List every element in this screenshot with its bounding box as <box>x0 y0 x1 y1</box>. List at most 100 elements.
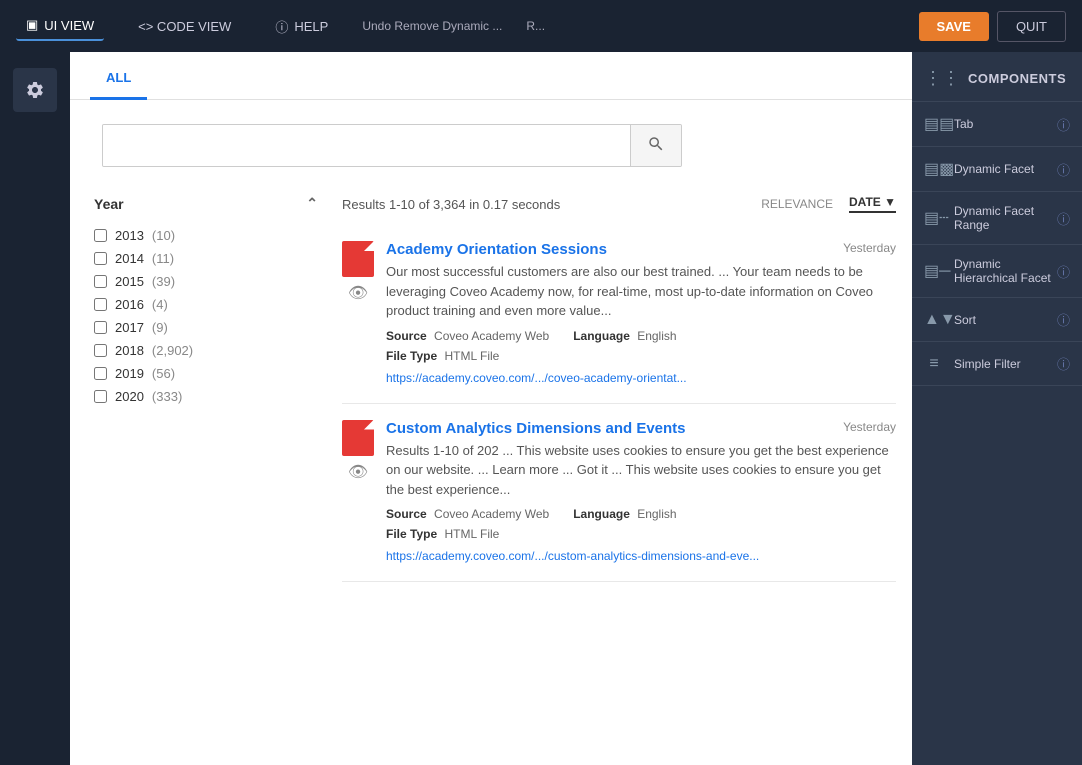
facet-year-title: Year <box>94 196 124 212</box>
result-meta-2: File Type HTML File <box>386 349 896 363</box>
component-help-icon[interactable]: ⓘ <box>1057 310 1070 329</box>
component-left: ▲▼ Sort <box>924 311 976 329</box>
component-label: Tab <box>954 117 973 131</box>
facet-year-item[interactable]: 2014 (11) <box>94 247 318 270</box>
sort-date[interactable]: DATE ▼ <box>849 195 896 213</box>
facet-panel: Year ⌃ 2013 (10) 2014 (11) 2015 (39) 201… <box>86 179 326 765</box>
facet-year-count: (4) <box>152 297 168 312</box>
component-icon: ▤┄ <box>924 208 944 228</box>
component-help-icon[interactable]: ⓘ <box>1057 354 1070 373</box>
facet-year-item[interactable]: 2013 (10) <box>94 224 318 247</box>
component-item[interactable]: ≡ Simple Filter ⓘ <box>912 342 1082 386</box>
components-header: ⋮⋮ COMPONENTS <box>912 52 1082 102</box>
component-item[interactable]: ▤┄ Dynamic Facet Range ⓘ <box>912 192 1082 245</box>
facet-year-checkbox[interactable] <box>94 367 107 380</box>
component-left: ▤┄ Dynamic Facet Range <box>924 204 1057 232</box>
facet-year-value: 2019 <box>115 366 144 381</box>
facet-year-checkbox[interactable] <box>94 390 107 403</box>
result-url[interactable]: https://academy.coveo.com/.../coveo-acad… <box>386 371 687 385</box>
facet-year-item[interactable]: 2020 (333) <box>94 385 318 408</box>
facet-year-checkbox[interactable] <box>94 229 107 242</box>
search-button[interactable] <box>630 125 681 166</box>
result-title[interactable]: Academy Orientation Sessions <box>386 241 607 258</box>
file-icon <box>342 241 374 277</box>
facet-year-count: (2,902) <box>152 343 193 358</box>
facet-year-checkbox[interactable] <box>94 275 107 288</box>
result-meta: Source Coveo Academy Web Language Englis… <box>386 329 896 343</box>
file-icon <box>342 420 374 456</box>
result-item: 👁 Academy Orientation Sessions Yesterday… <box>342 225 896 404</box>
result-date: Yesterday <box>843 241 896 255</box>
component-item[interactable]: ▤─ Dynamic Hierarchical Facet ⓘ <box>912 245 1082 298</box>
facet-year-header: Year ⌃ <box>86 187 326 220</box>
facet-year-value: 2016 <box>115 297 144 312</box>
facet-year-item[interactable]: 2018 (2,902) <box>94 339 318 362</box>
facet-year-checkbox[interactable] <box>94 344 107 357</box>
result-title[interactable]: Custom Analytics Dimensions and Events <box>386 420 686 437</box>
components-title: COMPONENTS <box>968 71 1066 86</box>
result-language: Language English <box>573 329 676 343</box>
result-filetype: File Type HTML File <box>386 527 499 541</box>
results-header: Results 1-10 of 3,364 in 0.17 seconds RE… <box>342 187 896 225</box>
component-label: Dynamic Hierarchical Facet <box>954 257 1057 285</box>
component-help-icon[interactable]: ⓘ <box>1057 160 1070 179</box>
result-meta: Source Coveo Academy Web Language Englis… <box>386 507 896 521</box>
facet-year-value: 2020 <box>115 389 144 404</box>
facet-year-item[interactable]: 2016 (4) <box>94 293 318 316</box>
preview-icon[interactable]: 👁 <box>348 283 368 303</box>
right-panel: ⋮⋮ COMPONENTS ▤▤ Tab ⓘ ▤▩ Dynamic Facet … <box>912 52 1082 765</box>
search-area <box>70 100 912 179</box>
quit-button[interactable]: QUIT <box>997 11 1066 42</box>
facet-year-item[interactable]: 2017 (9) <box>94 316 318 339</box>
code-view-button[interactable]: <> CODE VIEW <box>128 13 241 40</box>
component-icon: ≡ <box>924 355 944 373</box>
result-item: 👁 Custom Analytics Dimensions and Events… <box>342 404 896 583</box>
gear-icon <box>25 80 45 100</box>
content-area: Year ⌃ 2013 (10) 2014 (11) 2015 (39) 201… <box>70 179 912 765</box>
preview-icon[interactable]: 👁 <box>348 462 368 482</box>
facet-year-checkbox[interactable] <box>94 321 107 334</box>
left-sidebar <box>0 52 70 765</box>
component-icon: ▲▼ <box>924 311 944 329</box>
result-content: Academy Orientation Sessions Yesterday O… <box>386 241 896 387</box>
facet-year-list: 2013 (10) 2014 (11) 2015 (39) 2016 (4) 2… <box>86 220 326 412</box>
component-label: Sort <box>954 313 976 327</box>
component-label: Dynamic Facet <box>954 162 1034 176</box>
result-url[interactable]: https://academy.coveo.com/.../custom-ana… <box>386 549 759 563</box>
result-excerpt: Our most successful customers are also o… <box>386 262 896 321</box>
search-input[interactable] <box>103 125 630 166</box>
facet-year-checkbox[interactable] <box>94 298 107 311</box>
component-icon: ▤─ <box>924 261 944 281</box>
facet-year-count: (333) <box>152 389 182 404</box>
search-icon <box>647 135 665 153</box>
sort-relevance[interactable]: RELEVANCE <box>761 197 833 211</box>
facet-year-count: (39) <box>152 274 175 289</box>
result-icon-col: 👁 <box>342 241 374 387</box>
results-list: 👁 Academy Orientation Sessions Yesterday… <box>342 225 896 582</box>
result-title-row: Custom Analytics Dimensions and Events Y… <box>386 420 896 441</box>
tab-all[interactable]: ALL <box>90 58 147 100</box>
topbar-right: SAVE QUIT <box>919 11 1067 42</box>
facet-year-item[interactable]: 2019 (56) <box>94 362 318 385</box>
undo-button[interactable]: Undo Remove Dynamic ... <box>362 19 502 33</box>
component-help-icon[interactable]: ⓘ <box>1057 209 1070 228</box>
component-help-icon[interactable]: ⓘ <box>1057 262 1070 281</box>
facet-year-count: (56) <box>152 366 175 381</box>
ui-view-button[interactable]: ▣ UI VIEW <box>16 11 104 41</box>
facet-year-value: 2017 <box>115 320 144 335</box>
facet-year-item[interactable]: 2015 (39) <box>94 270 318 293</box>
component-item[interactable]: ▤▩ Dynamic Facet ⓘ <box>912 147 1082 192</box>
facet-collapse-toggle[interactable]: ⌃ <box>306 195 318 212</box>
component-help-icon[interactable]: ⓘ <box>1057 115 1070 134</box>
result-language: Language English <box>573 507 676 521</box>
save-button[interactable]: SAVE <box>919 12 989 41</box>
redo-button[interactable]: R... <box>526 19 545 33</box>
help-button[interactable]: ⓘ HELP <box>265 11 338 42</box>
facet-year-value: 2014 <box>115 251 144 266</box>
settings-button[interactable] <box>13 68 57 112</box>
tab-bar: ALL <box>70 52 912 100</box>
facet-year-checkbox[interactable] <box>94 252 107 265</box>
component-item[interactable]: ▲▼ Sort ⓘ <box>912 298 1082 342</box>
component-item[interactable]: ▤▤ Tab ⓘ <box>912 102 1082 147</box>
result-meta-2: File Type HTML File <box>386 527 896 541</box>
